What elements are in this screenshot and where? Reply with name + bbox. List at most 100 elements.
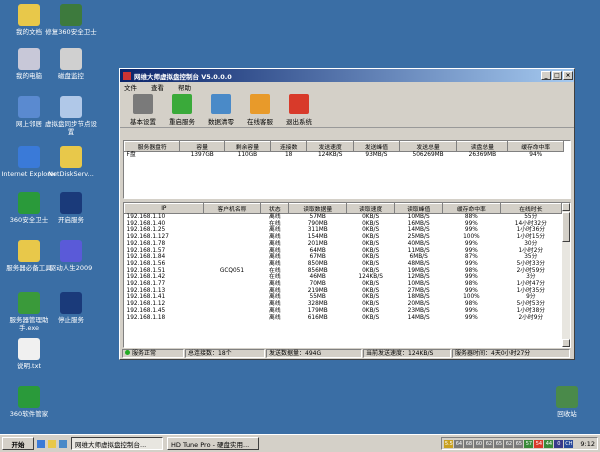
column-header[interactable]: 读取速度 bbox=[346, 203, 396, 214]
menu-view[interactable]: 查看 bbox=[151, 82, 164, 92]
ie-quicklaunch-icon[interactable] bbox=[37, 439, 45, 448]
desktop-icon-label: 停止服务 bbox=[58, 316, 84, 324]
desktop-shortcut-icon bbox=[60, 4, 82, 26]
table-row[interactable]: 192.168.1.77 离线 70MB 0KB/S 10MB/S 98% 1小时47分 bbox=[125, 281, 562, 288]
start-button[interactable]: 开始 bbox=[2, 437, 34, 450]
column-header[interactable]: 客户机名称 bbox=[202, 203, 262, 214]
tray-icon[interactable]: 68 bbox=[464, 439, 474, 448]
table-cell: 328MB bbox=[307, 301, 328, 308]
menu-file[interactable]: 文件 bbox=[124, 82, 137, 92]
tray-icon[interactable]: 65 bbox=[514, 439, 524, 448]
menu-help[interactable]: 帮助 bbox=[178, 82, 191, 92]
toolbar-button[interactable]: 重启服务 bbox=[163, 92, 201, 126]
column-header[interactable]: 读取数据量 bbox=[288, 203, 348, 214]
close-button[interactable]: × bbox=[563, 71, 573, 80]
table-cell: 35分 bbox=[524, 254, 538, 261]
table-row[interactable]: 192.168.1.41 离线 55MB 0KB/S 18MB/S 100% 9分 bbox=[125, 294, 562, 301]
desktop-icon[interactable]: 驱动人生2009 bbox=[42, 240, 100, 272]
table-cell: 离线 bbox=[269, 281, 281, 288]
table-row[interactable]: 192.168.1.56 离线 850MB 0KB/S 48MB/S 99% 5小时33分 bbox=[125, 261, 562, 268]
toolbar-button-label: 在线客服 bbox=[247, 118, 273, 126]
column-header[interactable]: 缓存命中率 bbox=[442, 203, 501, 214]
table-row[interactable]: 192.168.1.12 离线 328MB 0KB/S 20MB/S 98% 5小时53分 bbox=[125, 301, 562, 308]
tray-icon[interactable]: 62 bbox=[504, 439, 514, 448]
desktop-icon[interactable]: 360软件管家 bbox=[0, 386, 58, 418]
table-row[interactable]: 192.168.1.51 GCQ051 在线 856MB 0KB/S 19MB/S 98% 2… bbox=[125, 268, 562, 275]
table-cell: 1小时38分 bbox=[516, 307, 546, 314]
task-console[interactable]: 网维大师虚拟盘控制台... bbox=[71, 437, 163, 450]
column-header[interactable]: 在线时长 bbox=[499, 203, 563, 214]
column-header[interactable]: 连接数 bbox=[269, 141, 308, 152]
column-header[interactable]: 缓存命中率 bbox=[507, 141, 564, 152]
desktop-quicklaunch-icon[interactable] bbox=[59, 439, 67, 448]
desktop-icon[interactable]: 磁盘监控 bbox=[42, 48, 100, 80]
toolbar-button[interactable]: 数据清零 bbox=[202, 92, 240, 126]
table-row[interactable]: 192.168.1.78 离线 201MB 0KB/S 40MB/S 99% 30分 bbox=[125, 241, 562, 248]
table-cell bbox=[203, 294, 261, 301]
scroll-up-arrow-icon[interactable] bbox=[562, 203, 570, 211]
title-bar[interactable]: 网维大师虚拟盘控制台 V5.0.0.0 _ □ × bbox=[120, 69, 574, 82]
desktop-icon[interactable]: NetDiskServ... bbox=[42, 146, 100, 178]
status-bar: 服务正常 总连接数：18个 发送数据量：494G 当前发送速度：124KB/S … bbox=[122, 349, 572, 358]
column-header[interactable]: 剩余容量 bbox=[223, 141, 271, 152]
table-row[interactable]: 192.168.1.10 离线 57MB 0KB/S 10MB/S 88% 55分 bbox=[125, 214, 562, 221]
table-row[interactable]: 192.168.1.18 离线 616MB 0KB/S 14MB/S 99% 2小时9分 bbox=[125, 315, 562, 322]
column-header[interactable]: 服务器盘符 bbox=[124, 141, 181, 152]
desktop-shortcut-icon bbox=[60, 240, 82, 262]
desktop-icon[interactable]: 修复360安全卫士 bbox=[42, 4, 100, 36]
tray-icon[interactable]: CH bbox=[564, 439, 574, 448]
column-header[interactable]: 发送速度 bbox=[306, 141, 354, 152]
toolbar-button-label: 数据清零 bbox=[208, 118, 234, 126]
maximize-button[interactable]: □ bbox=[552, 71, 562, 80]
toolbar-button[interactable]: 退出系统 bbox=[280, 92, 318, 126]
table-row[interactable]: 192.168.1.84 离线 67MB 0KB/S 6MB/S 87% 35分 bbox=[125, 254, 562, 261]
column-header[interactable]: 发送峰值 bbox=[352, 141, 400, 152]
table-row[interactable]: 192.168.1.45 离线 179MB 0KB/S 23MB/S 99% 1小时38分 bbox=[125, 308, 562, 315]
table-row[interactable]: 192.168.1.13 离线 219MB 0KB/S 27MB/S 99% 1小时35分 bbox=[125, 288, 562, 295]
table-row[interactable]: 192.168.1.25 离线 311MB 0KB/S 14MB/S 99% 1小时36分 bbox=[125, 227, 562, 234]
task-hdtune[interactable]: HD Tune Pro - 硬盘实用... bbox=[167, 437, 259, 450]
scroll-thumb[interactable] bbox=[562, 212, 570, 242]
explorer-quicklaunch-icon[interactable] bbox=[48, 439, 56, 448]
column-header[interactable]: 读盘总量 bbox=[456, 141, 509, 152]
desktop-icon[interactable]: 回收站 bbox=[538, 386, 596, 418]
column-header[interactable]: 状态 bbox=[260, 203, 290, 214]
table-row[interactable]: 192.168.1.57 离线 64MB 0KB/S 11MB/S 99% 1小时2分 bbox=[125, 248, 562, 255]
toolbar-button[interactable]: 基本设置 bbox=[124, 92, 162, 126]
column-header[interactable]: IP bbox=[124, 203, 204, 214]
table-cell: 16MB/S bbox=[407, 220, 430, 227]
table-row[interactable]: 192.168.1.40 在线 790MB 0KB/S 16MB/S 99% 14小时32分 bbox=[125, 221, 562, 228]
column-header[interactable]: 发送总量 bbox=[398, 141, 458, 152]
table-cell: 0KB/S bbox=[362, 287, 380, 294]
tray-icon[interactable]: 54 bbox=[534, 439, 544, 448]
tray-icon[interactable]: 64 bbox=[454, 439, 464, 448]
table-cell: 192.168.1.77 bbox=[126, 281, 166, 288]
table-cell: 88% bbox=[464, 214, 478, 220]
desktop-icon[interactable]: 开启服务 bbox=[42, 192, 100, 224]
desktop-icon[interactable]: 停止服务 bbox=[42, 292, 100, 324]
minimize-button[interactable]: _ bbox=[541, 71, 551, 80]
tray-icon[interactable]: 60 bbox=[474, 439, 484, 448]
tray-icon[interactable]: 5.5 bbox=[444, 439, 454, 448]
table-cell: 192.168.1.40 bbox=[126, 220, 166, 227]
tray-icon[interactable]: 62 bbox=[484, 439, 494, 448]
scroll-down-arrow-icon[interactable] bbox=[562, 339, 570, 347]
tray-icon[interactable]: 57 bbox=[524, 439, 534, 448]
column-header[interactable]: 容量 bbox=[179, 141, 225, 152]
table-row[interactable]: 192.168.1.127 离线 154MB 0KB/S 25MB/S 100% 1小时15… bbox=[125, 234, 562, 241]
column-header[interactable]: 读取峰值 bbox=[394, 203, 444, 214]
status-sent: 发送数据量：494G bbox=[266, 349, 362, 358]
desktop-shortcut-icon bbox=[18, 292, 40, 314]
tray-icon[interactable]: 44 bbox=[544, 439, 554, 448]
table-row[interactable]: F盘 1397GB 110GB 18 124KB/S 93MB/S 506269MB 2636… bbox=[125, 152, 564, 159]
tray-icon[interactable]: 0 bbox=[554, 439, 564, 448]
clock[interactable]: 9:12 bbox=[580, 440, 595, 448]
desktop-icon[interactable]: 虚拟盘同步节点设置 bbox=[42, 96, 100, 136]
table-row[interactable]: 192.168.1.42 在线 46MB 124KB/S 12MB/S 99% 3分 bbox=[125, 274, 562, 281]
desktop-icon-label: 开启服务 bbox=[58, 216, 84, 224]
toolbar-button[interactable]: 在线客服 bbox=[241, 92, 279, 126]
table-cell: 219MB bbox=[307, 287, 328, 294]
tray-icon[interactable]: 65 bbox=[494, 439, 504, 448]
vertical-scrollbar[interactable] bbox=[562, 203, 570, 347]
desktop-icon[interactable]: 说明.txt bbox=[0, 338, 58, 370]
